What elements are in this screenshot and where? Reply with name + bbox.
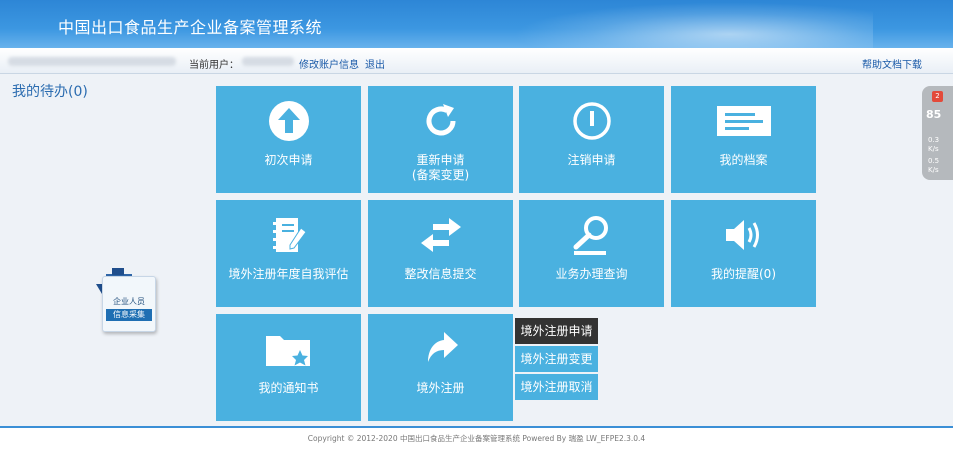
tile-label: 重新申请 (备案变更): [411, 153, 470, 182]
app-header: 中国出口食品生产企业备案管理系统: [0, 0, 953, 48]
submenu-overseas-change[interactable]: 境外注册变更: [515, 346, 598, 372]
swap-arrows-icon: [420, 218, 461, 252]
notification-count-badge: 2: [932, 91, 943, 102]
speaker-icon: [725, 220, 759, 250]
upload-speed-unit: K/s: [928, 145, 939, 153]
tile-label: 我的档案: [719, 153, 768, 167]
tile-label: 境外注册年度自我评估: [228, 267, 349, 281]
my-todo-heading[interactable]: 我的待办(0): [12, 81, 88, 101]
archive-icon: [716, 106, 771, 136]
user-bar: 当前用户： 修改账户信息 退出 帮助文档下载: [0, 48, 953, 74]
tile-cancel-application[interactable]: 注销申请: [519, 86, 664, 193]
upload-arrow-icon: [268, 101, 309, 141]
header-cloud-decoration: [513, 2, 873, 48]
tile-label: 境外注册: [416, 381, 465, 395]
share-arrow-icon: [427, 332, 458, 362]
edit-account-link[interactable]: 修改账户信息: [299, 56, 359, 71]
tile-label: 整改信息提交: [404, 267, 477, 281]
tile-label: 业务办理查询: [555, 267, 628, 281]
tile-my-archive[interactable]: 我的档案: [671, 86, 816, 193]
personnel-info-collect-badge[interactable]: 企业人员 信息采集: [92, 266, 158, 334]
tile-rectification-submit[interactable]: 整改信息提交: [368, 200, 513, 307]
tile-label: 初次申请: [264, 153, 313, 167]
redacted-org-name: [8, 57, 176, 66]
network-speed-widget[interactable]: 2 85 0.3 K/s 0.5 K/s: [922, 86, 953, 180]
tile-business-query[interactable]: 业务办理查询: [519, 200, 664, 307]
magnifier-icon: [573, 216, 608, 255]
download-speed-unit: K/s: [928, 166, 939, 174]
tile-my-notices[interactable]: 我的通知书: [216, 314, 361, 421]
upload-speed: 0.3: [928, 136, 940, 144]
badge-line2: 信息采集: [106, 309, 152, 321]
tile-label: 我的提醒(0): [711, 267, 776, 281]
logout-link[interactable]: 退出: [365, 56, 385, 71]
copyright-text: Copyright © 2012-2020 中国出口食品生产企业备案管理系统 P…: [307, 434, 646, 443]
tile-self-assessment[interactable]: 境外注册年度自我评估: [216, 200, 361, 307]
help-download-link[interactable]: 帮助文档下载: [862, 56, 922, 71]
folder-star-icon: [265, 336, 310, 366]
refresh-icon: [426, 104, 455, 136]
badge-line1: 企业人员: [113, 297, 145, 306]
download-speed: 0.5: [928, 157, 940, 165]
notebook-icon: [272, 218, 307, 252]
tile-first-application[interactable]: 初次申请: [216, 86, 361, 193]
redacted-username: [242, 57, 294, 66]
app-title: 中国出口食品生产企业备案管理系统: [58, 18, 323, 37]
footer: Copyright © 2012-2020 中国出口食品生产企业备案管理系统 P…: [0, 428, 953, 452]
tile-label: 注销申请: [567, 153, 616, 167]
submenu-overseas-cancel[interactable]: 境外注册取消: [515, 374, 598, 400]
cancel-power-icon: [572, 102, 611, 140]
current-user-label: 当前用户：: [189, 60, 239, 71]
score-value: 85: [926, 108, 942, 121]
tile-label: 我的通知书: [258, 381, 319, 395]
tile-overseas-registration[interactable]: 境外注册: [368, 314, 513, 421]
tile-reapply[interactable]: 重新申请 (备案变更): [368, 86, 513, 193]
submenu-overseas-apply[interactable]: 境外注册申请: [515, 318, 598, 344]
tile-my-reminders[interactable]: 我的提醒(0): [671, 200, 816, 307]
